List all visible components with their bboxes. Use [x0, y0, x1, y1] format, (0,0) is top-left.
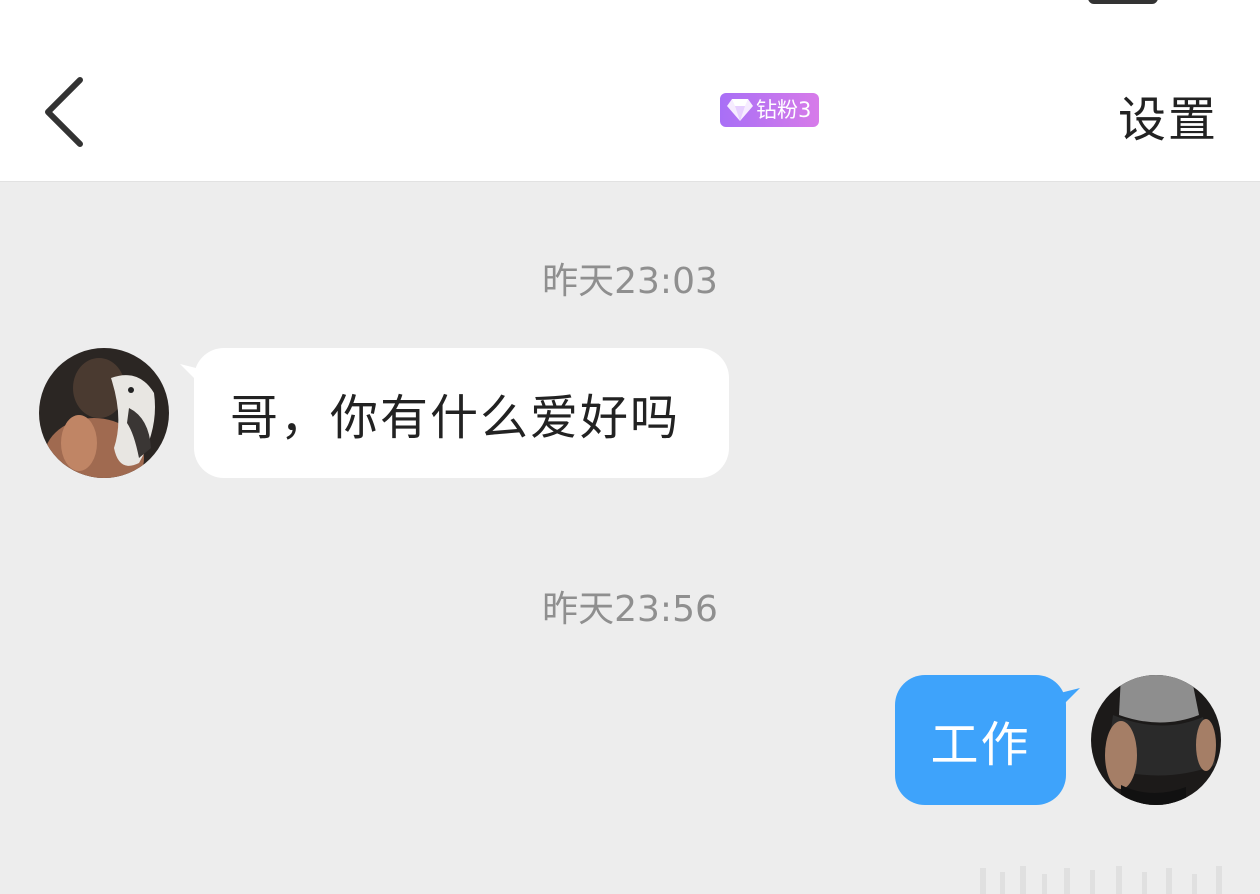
- status-bar: ▀▀ ▀▀ ▀▀ ▀ ▀ ▀▀▀▀▀ ▀: [0, 0, 1260, 22]
- message-text: 工作: [930, 717, 1031, 773]
- chevron-left-icon: [45, 77, 83, 147]
- incoming-message-bubble[interactable]: 哥，你有什么爱好吗: [194, 348, 729, 478]
- message-timestamp: 昨天23:03: [542, 261, 718, 302]
- battery-icon: [1088, 0, 1158, 4]
- user-avatar-image: [1091, 675, 1221, 805]
- message-timestamp: 昨天23:56: [542, 589, 718, 630]
- message-text: 哥，你有什么爱好吗: [230, 390, 681, 446]
- bubble-tail: [1056, 688, 1080, 712]
- status-network: ▀▀: [262, 0, 296, 11]
- status-signal-icons: ▀ ▀ ▀▀▀▀▀: [800, 0, 1071, 17]
- diamond-icon: [727, 99, 753, 121]
- back-button[interactable]: [36, 74, 96, 150]
- chat-screen: ▀▀ ▀▀ ▀▀ ▀ ▀ ▀▀▀▀▀ ▀ 钻粉3 设置 昨天23:03: [0, 0, 1260, 894]
- contact-avatar-image: [39, 348, 169, 478]
- fan-badge-label: 钻粉3: [756, 98, 812, 122]
- settings-button[interactable]: 设置: [1118, 80, 1218, 150]
- chat-header: 钻粉3 设置: [0, 22, 1260, 182]
- watermark-logo: [980, 866, 1222, 894]
- fan-level-badge[interactable]: 钻粉3: [720, 93, 820, 127]
- status-time: ▀▀ ▀▀: [60, 0, 182, 17]
- outgoing-message-bubble[interactable]: 工作: [895, 675, 1066, 805]
- contact-avatar[interactable]: [39, 348, 169, 478]
- user-avatar[interactable]: [1091, 675, 1221, 805]
- status-extra-icon: ▀: [1176, 0, 1193, 11]
